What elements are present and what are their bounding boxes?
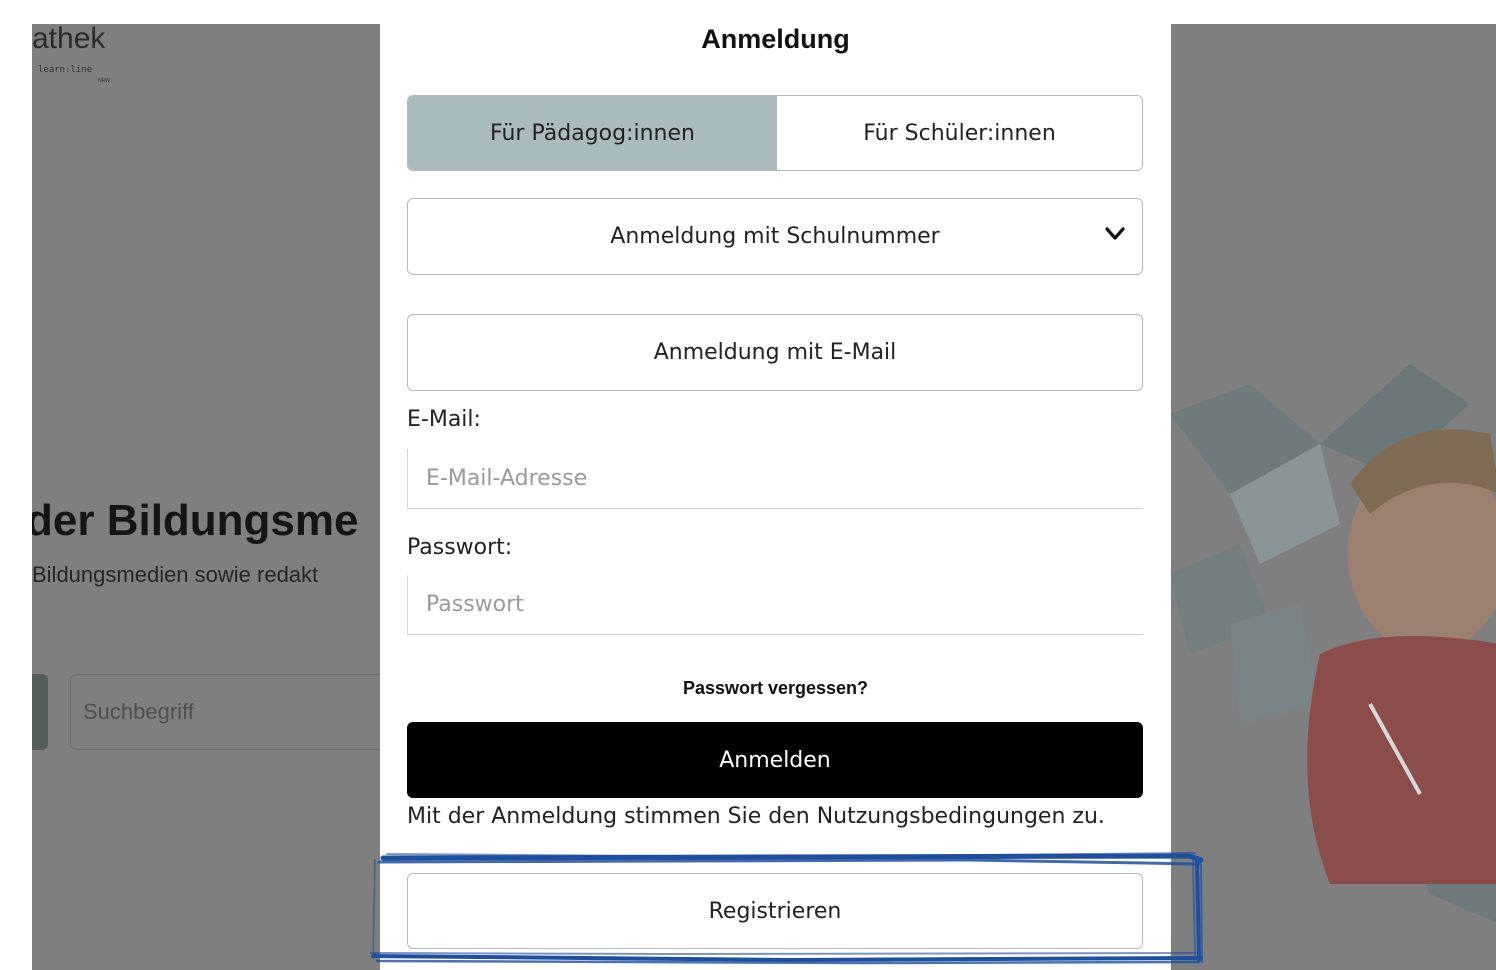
background-headline: der Bildungsme (32, 496, 359, 545)
password-field[interactable] (407, 575, 1143, 635)
register-button[interactable]: Registrieren (407, 873, 1143, 949)
login-modal: Anmeldung Für Pädagog:innen Für Schüler:… (380, 24, 1171, 970)
email-login-button[interactable]: Anmeldung mit E-Mail (407, 314, 1143, 391)
login-method-value: Anmeldung mit Schulnummer (610, 224, 940, 249)
login-button[interactable]: Anmelden (407, 722, 1143, 798)
email-label: E-Mail: (407, 407, 481, 432)
register-label: Registrieren (708, 898, 842, 924)
terms-notice: Mit der Anmeldung stimmen Sie den Nutzun… (407, 804, 1105, 829)
logo-subtitle: learn:line (38, 65, 93, 75)
tab-teachers[interactable]: Für Pädagog:innen (408, 96, 777, 170)
modal-title: Anmeldung (701, 24, 850, 54)
password-label: Passwort: (407, 535, 513, 560)
chevron-down-icon (1105, 227, 1125, 240)
tab-students[interactable]: Für Schüler:innen (777, 96, 1142, 170)
forgot-password-link[interactable]: Passwort vergessen? (380, 678, 1171, 699)
email-field[interactable] (407, 449, 1143, 509)
user-type-tabs: Für Pädagog:innen Für Schüler:innen (407, 95, 1143, 171)
background-search-input: Suchbegriff (70, 674, 430, 750)
search-placeholder: Suchbegriff (83, 699, 194, 724)
hero-image (1170, 364, 1496, 923)
email-login-label: Anmeldung mit E-Mail (653, 340, 897, 365)
search-category-dropdown: ▾ (32, 674, 48, 750)
login-method-select[interactable]: Anmeldung mit Schulnummer (407, 198, 1143, 275)
site-logo: athek (32, 24, 106, 55)
logo-subtitle-small: NRW (98, 78, 110, 84)
background-subline: Bildungsmedien sowie redakt (32, 562, 319, 587)
